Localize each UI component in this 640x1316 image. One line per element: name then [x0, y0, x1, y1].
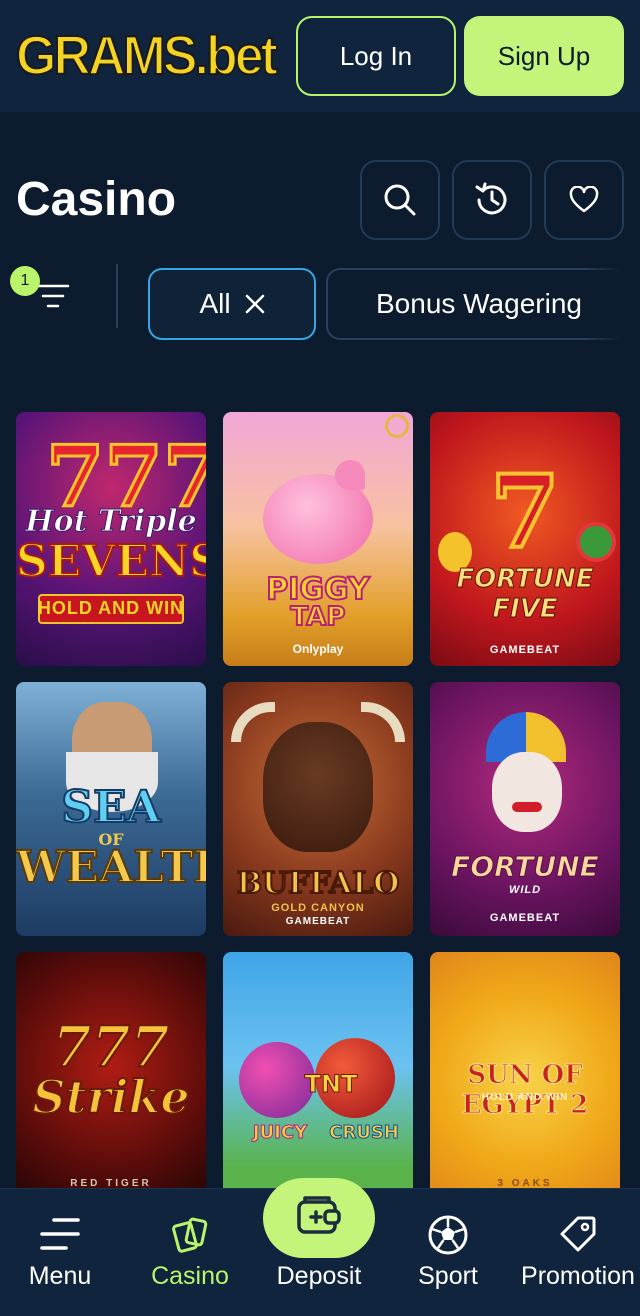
search-icon: [384, 184, 416, 216]
game-provider: GAMEBEAT: [285, 916, 351, 927]
game-title: TAP: [290, 601, 347, 633]
game-title: SEVENS: [16, 535, 206, 588]
nav-label: Casino: [151, 1262, 229, 1290]
game-provider: GAMEBEAT: [489, 644, 561, 656]
game-title: Hot Triple: [25, 504, 197, 540]
game-title: SEA: [60, 781, 161, 834]
game-tile-buffalo[interactable]: BUFFALO GOLD CANYON GAMEBEAT: [223, 682, 413, 936]
nav-label: Menu: [28, 1262, 92, 1290]
game-subtitle: WILD: [508, 884, 542, 896]
tag-icon: [560, 1216, 596, 1252]
heart-icon: [569, 186, 599, 213]
seven-graphic: 7: [488, 453, 562, 571]
filter-divider: [116, 264, 118, 328]
filter-button[interactable]: 1: [10, 266, 80, 326]
nav-item-sport[interactable]: Sport: [398, 1188, 498, 1316]
game-title: CRUSH: [329, 1122, 400, 1144]
game-title: Strike: [31, 1069, 190, 1125]
game-provider: Onlyplay: [292, 642, 344, 656]
filter-count-badge: 1: [10, 266, 40, 296]
nav-item-casino[interactable]: Casino: [140, 1188, 240, 1316]
nav-item-menu[interactable]: Menu: [10, 1188, 110, 1316]
game-provider: GAMEBEAT: [489, 912, 561, 924]
game-title: WEALTH: [16, 841, 206, 894]
game-tile-fortune-wild[interactable]: FORTUNE WILD GAMEBEAT: [430, 682, 620, 936]
game-title: SUN OF EGYPT 2: [461, 1060, 589, 1121]
nav-label: Deposit: [276, 1262, 362, 1290]
game-tile-hot-triple-sevens[interactable]: 777 Hot Triple SEVENS HOLD AND WIN: [16, 412, 206, 666]
wallet-plus-icon: [297, 1196, 341, 1234]
game-tile-fortune-five[interactable]: 7 FORTUNE FIVE GAMEBEAT: [430, 412, 620, 666]
logo-text: GRAMS.bet: [15, 25, 279, 88]
cards-icon: [172, 1217, 208, 1253]
filter-icon: [36, 284, 70, 308]
nav-item-promotion[interactable]: Promotion: [518, 1188, 638, 1316]
history-icon: [475, 182, 507, 215]
filter-chip-bonus-wagering[interactable]: Bonus Wagering: [326, 268, 626, 340]
soccer-ball-icon: [428, 1215, 468, 1255]
close-icon[interactable]: [245, 294, 265, 314]
game-subtitle: HOLD AND WIN: [37, 598, 185, 618]
chip-label: All: [199, 288, 231, 319]
game-tile-sun-of-egypt-2[interactable]: SUN OF EGYPT 2 HOLD AND WIN 3 OAKS: [430, 952, 620, 1206]
game-tile-777-strike[interactable]: 777 Strike RED TIGER: [16, 952, 206, 1206]
game-subtitle: TNT: [304, 1070, 358, 1099]
history-button[interactable]: [452, 160, 532, 240]
game-title: FIVE: [492, 594, 558, 625]
menu-icon: [40, 1218, 80, 1250]
game-tile-piggy-tap[interactable]: PIGGY TAP Onlyplay: [223, 412, 413, 666]
game-tile-juicy-crush[interactable]: TNT JUICY CRUSH: [223, 952, 413, 1206]
game-tile-sea-of-wealth[interactable]: SEA OF WEALTH: [16, 682, 206, 936]
login-button[interactable]: Log In: [296, 16, 456, 96]
game-title: BUFFALO: [236, 865, 401, 902]
nav-label: Sport: [418, 1262, 478, 1290]
game-title: JUICY: [252, 1122, 308, 1144]
chip-label: Bonus Wagering: [376, 288, 582, 319]
game-subtitle: HOLD AND WIN: [481, 1092, 569, 1103]
favorites-button[interactable]: [544, 160, 624, 240]
nav-item-deposit[interactable]: Deposit: [266, 1188, 372, 1316]
grams-bet-logo[interactable]: GRAMS.bet: [15, 25, 279, 88]
search-button[interactable]: [360, 160, 440, 240]
game-subtitle: GOLD CANYON: [271, 902, 365, 914]
chip-scroll-fade: [584, 268, 640, 340]
buffalo-graphic: [263, 722, 373, 852]
signup-button[interactable]: Sign Up: [464, 16, 624, 96]
game-title: FORTUNE: [451, 850, 600, 884]
page-title: Casino: [16, 173, 177, 226]
nav-label: Promotion: [521, 1262, 635, 1290]
game-title: FORTUNE: [456, 564, 594, 595]
filter-chip-all[interactable]: All: [148, 268, 316, 340]
top-header: GRAMS.bet Log In Sign Up: [0, 0, 640, 112]
